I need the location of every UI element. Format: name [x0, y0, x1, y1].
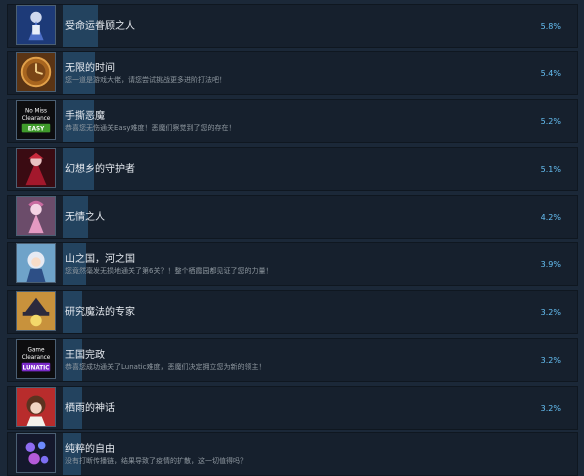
achievement-text: 栖雨的神话 — [65, 387, 517, 429]
achievement-text: 山之国，河之国 您竟然毫发无损地通关了第6关？！整个栖霞园都见证了您的力量！ — [65, 243, 517, 285]
crystal-icon — [16, 433, 56, 473]
achievement-text: 受命运眷顾之人 — [65, 5, 517, 47]
achievement-description: 您竟然毫发无损地通关了第6关？！整个栖霞园都见证了您的力量！ — [65, 266, 273, 275]
achievement-title: 王国完政 — [65, 349, 105, 361]
game-clearance-lunatic-badge-icon: Game Clearance LUNATIC — [16, 339, 56, 379]
achievement-row: Game Clearance LUNATIC 王国完政 恭喜您成功通关了Lunatic难… — [7, 338, 578, 382]
achievement-title: 受命运眷顾之人 — [65, 20, 135, 32]
svg-text:EASY: EASY — [28, 126, 45, 132]
red-doll-icon — [16, 148, 56, 188]
achievement-text: 幻想乡的守护者 — [65, 148, 517, 190]
achievement-text: 手撕恶魔 恭喜您无伤通关Easy难度！恶魔们察觉到了您的存在！ — [65, 100, 517, 142]
achievement-row: 无限的时间 您一道是游戏大佬，请您尝试挑战更多进阶打法吧！ 5.4% — [7, 51, 578, 95]
achievement-percent: 5.4% — [540, 68, 561, 78]
achievement-row: 栖雨的神话 3.2% — [7, 386, 578, 430]
achievement-title: 山之国，河之国 — [65, 253, 135, 265]
achievement-row: 幻想乡的守护者 5.1% — [7, 147, 578, 191]
svg-text:Clearance: Clearance — [22, 116, 51, 122]
achievement-title: 纯粹的自由 — [65, 443, 115, 455]
svg-text:No Miss: No Miss — [25, 108, 47, 114]
achievement-row: 无情之人 4.2% — [7, 195, 578, 239]
achievement-title: 栖雨的神话 — [65, 402, 115, 414]
svg-text:Clearance: Clearance — [22, 355, 51, 361]
svg-text:LUNATIC: LUNATIC — [23, 365, 50, 371]
achievement-text: 研究魔法的专家 — [65, 291, 517, 333]
achievement-title: 研究魔法的专家 — [65, 306, 135, 318]
achievement-percent: 3.2% — [540, 307, 561, 317]
pink-doll-icon — [16, 196, 56, 236]
blue-doll-icon — [16, 5, 56, 45]
clock-icon — [16, 52, 56, 92]
achievement-description: 恭喜您无伤通关Easy难度！恶魔们察觉到了您的存在！ — [65, 123, 236, 132]
achievement-row: No Miss Clearance EASY 手撕恶魔 恭喜您无伤通关Easy难度！恶魔… — [7, 99, 578, 143]
svg-text:Game: Game — [28, 347, 45, 353]
achievement-row: 纯粹的自由 没有打断传播链，结果导致了疫情的扩散，这一切值得吗？ — [7, 432, 578, 476]
achievement-percent: 4.2% — [540, 212, 561, 222]
achievement-row: 山之国，河之国 您竟然毫发无损地通关了第6关？！整个栖霞园都见证了您的力量！ 3.9… — [7, 242, 578, 286]
achievement-percent: 5.1% — [540, 164, 561, 174]
achievement-title: 幻想乡的守护者 — [65, 163, 135, 175]
achievement-percent: 3.9% — [540, 259, 561, 269]
achievement-percent: 5.2% — [540, 116, 561, 126]
achievement-description: 恭喜您成功通关了Lunatic难度，恶魔们决定拥立您为新的领主！ — [65, 362, 266, 371]
silver-hair-girl-icon — [16, 243, 56, 283]
achievement-row: 受命运眷顾之人 5.8% — [7, 4, 578, 48]
brown-hair-girl-icon — [16, 387, 56, 427]
achievement-text: 王国完政 恭喜您成功通关了Lunatic难度，恶魔们决定拥立您为新的领主！ — [65, 339, 517, 381]
no-miss-easy-badge-icon: No Miss Clearance EASY — [16, 100, 56, 140]
achievement-percent: 5.8% — [540, 21, 561, 31]
achievement-title: 手撕恶魔 — [65, 110, 105, 122]
achievement-text: 无情之人 — [65, 196, 517, 238]
achievement-percent: 3.2% — [540, 403, 561, 413]
achievement-title: 无情之人 — [65, 211, 105, 223]
achievement-row: 研究魔法的专家 3.2% — [7, 290, 578, 334]
achievement-percent: 3.2% — [540, 355, 561, 365]
achievement-text: 纯粹的自由 没有打断传播链，结果导致了疫情的扩散，这一切值得吗？ — [65, 433, 517, 475]
witch-hat-icon — [16, 291, 56, 331]
achievement-title: 无限的时间 — [65, 62, 115, 74]
achievement-list: 受命运眷顾之人 5.8% 无限的时间 您一道是游戏大佬，请您尝试挑战更多进阶打法吧！ 5… — [0, 0, 584, 476]
achievement-description: 您一道是游戏大佬，请您尝试挑战更多进阶打法吧！ — [65, 75, 226, 84]
achievement-text: 无限的时间 您一道是游戏大佬，请您尝试挑战更多进阶打法吧！ — [65, 52, 517, 94]
achievement-description: 没有打断传播链，结果导致了疫情的扩散，这一切值得吗？ — [65, 456, 247, 465]
